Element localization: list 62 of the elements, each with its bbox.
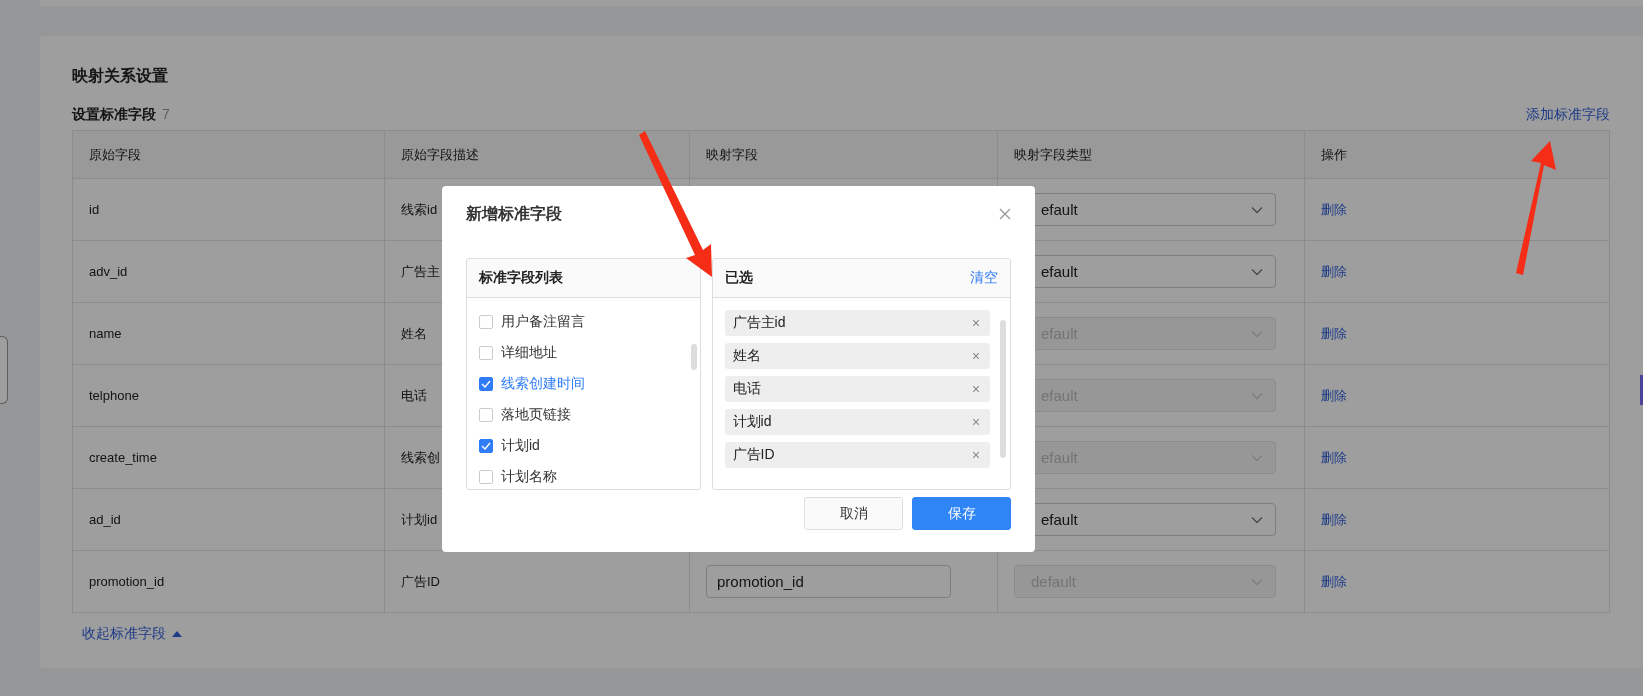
table-cell: name	[89, 326, 122, 341]
cancel-button[interactable]: 取消	[804, 497, 903, 530]
column-header: 映射字段类型	[997, 131, 1304, 178]
table-cell: id	[89, 202, 100, 217]
remove-icon[interactable]	[972, 385, 980, 393]
add-field-link[interactable]: 添加标准字段	[1526, 106, 1610, 124]
table-cell: 广告主	[401, 262, 440, 281]
table-cell: 电话	[401, 386, 427, 405]
scrollbar-thumb[interactable]	[690, 344, 697, 370]
scrollbar-thumb[interactable]	[1000, 320, 1006, 458]
list-item[interactable]: 计划id	[501, 436, 540, 455]
delete-link[interactable]: 删除	[1321, 200, 1347, 219]
table-cell: create_time	[89, 450, 157, 465]
table-cell: adv_id	[89, 264, 128, 279]
table-cell: 姓名	[401, 324, 427, 343]
table-cell: 广告ID	[401, 572, 440, 591]
collapse-link[interactable]: 收起标准字段	[82, 625, 182, 643]
close-icon[interactable]	[999, 208, 1011, 220]
selected-tag: 广告主id	[724, 310, 990, 336]
table-cell: ad_id	[89, 512, 121, 527]
dialog-title: 新增标准字段	[466, 203, 562, 224]
clear-link[interactable]: 清空	[970, 269, 998, 287]
selected-tag: 电话	[724, 376, 990, 402]
list-item[interactable]: 计划名称	[501, 467, 557, 486]
table-cell: telphone	[89, 388, 139, 403]
checkbox[interactable]	[479, 345, 493, 360]
save-button[interactable]: 保存	[912, 497, 1011, 530]
panel-title: 标准字段列表	[479, 269, 563, 287]
triangle-up-icon	[172, 631, 182, 637]
chevron-icon	[1251, 205, 1263, 214]
selected-tag: 计划id	[724, 409, 990, 435]
checkbox[interactable]	[479, 376, 493, 391]
remove-icon[interactable]	[972, 451, 980, 459]
panel-title: 已选	[724, 269, 753, 287]
table-cell: 线索id	[401, 200, 438, 219]
subsection-title: 设置标准字段	[72, 106, 156, 124]
chevron-icon	[1251, 267, 1263, 276]
delete-link[interactable]: 删除	[1321, 262, 1347, 281]
section-title: 映射关系设置	[72, 66, 169, 86]
side-handle[interactable]	[1640, 375, 1643, 405]
selected-tag: 姓名	[724, 343, 990, 369]
remove-icon[interactable]	[972, 319, 980, 327]
field-count: 7	[162, 106, 170, 122]
checkbox[interactable]	[479, 438, 493, 453]
table-cell: 计划id	[401, 510, 438, 529]
side-handle[interactable]	[0, 336, 8, 404]
delete-link[interactable]: 删除	[1321, 510, 1347, 529]
remove-icon[interactable]	[972, 352, 980, 360]
list-item[interactable]: 线索创建时间	[501, 374, 585, 393]
table-cell: 线索创	[401, 448, 440, 467]
checkbox[interactable]	[479, 469, 493, 484]
column-header: 原始字段	[88, 145, 142, 164]
list-item[interactable]: 落地页链接	[501, 405, 571, 424]
table-cell: promotion_id	[89, 574, 165, 589]
checkbox[interactable]	[479, 407, 493, 422]
list-item[interactable]: 详细地址	[501, 343, 557, 362]
remove-icon[interactable]	[972, 418, 980, 426]
selected-tag: 广告ID	[724, 442, 990, 468]
column-header: 映射字段	[689, 131, 997, 178]
list-item[interactable]: 用户备注留言	[501, 312, 585, 331]
checkbox[interactable]	[479, 314, 493, 329]
chevron-icon	[1251, 515, 1263, 524]
